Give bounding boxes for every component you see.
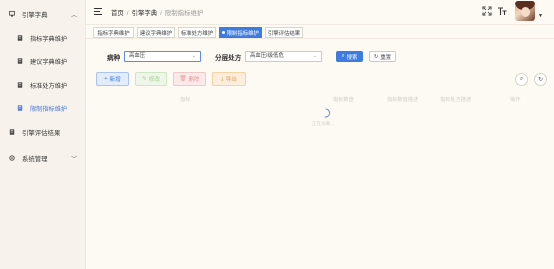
monitor-icon [9, 11, 15, 17]
table-header: 指标 指标数值 指标数值描述 指标处方描述 操作 [96, 94, 548, 106]
tab-indicator-dict[interactable]: 指标字典维护 [93, 27, 134, 38]
document-icon [17, 82, 23, 88]
loading-text: 正在加载... [312, 121, 335, 126]
plus-icon: + [104, 76, 108, 82]
chevron-down-icon: ⌄ [191, 53, 196, 59]
edit-button[interactable]: ✎ 修改 [135, 72, 167, 86]
tab-bar: 指标字典维护 建议字典维护 标准处方维护 限制指标维护 引擎评估结果 [86, 24, 554, 39]
delete-button[interactable]: 🗑 删除 [173, 72, 206, 86]
hamburger-icon[interactable] [94, 8, 102, 15]
trash-icon: 🗑 [179, 76, 187, 82]
add-button[interactable]: + 新增 [96, 72, 129, 86]
document-icon [17, 58, 23, 64]
menu-group-label: 引擎评估结果 [22, 129, 61, 137]
document-icon [17, 105, 23, 111]
menu-group-label: 系统管理 [22, 155, 48, 163]
top-header: 首页 / 引擎字典 / 限制指标维护 ▼ [86, 0, 554, 24]
edit-icon: ✎ [142, 76, 147, 82]
breadcrumb-current: 限制指标维护 [164, 10, 204, 17]
tier-select[interactable]: 高血压I级低危 ⌄ [245, 51, 322, 62]
sidebar-item-label: 建议字典维护 [30, 58, 68, 66]
disease-select[interactable]: 高血压 ⌄ [124, 51, 201, 62]
column-header: 指标数值 [333, 97, 354, 103]
tab-engine-results[interactable]: 引擎评估结果 [265, 27, 303, 38]
disease-label: 病种 [107, 55, 121, 62]
document-icon [17, 35, 23, 41]
reset-button[interactable]: ↻ 重置 [369, 51, 396, 62]
tab-limit-indicator[interactable]: 限制指标维护 [219, 27, 262, 38]
sidebar-item-label: 限制指标维护 [30, 105, 68, 113]
search-button[interactable]: ⌕ 搜索 [336, 51, 363, 62]
tab-standard-prescription[interactable]: 标准处方维护 [178, 27, 216, 38]
breadcrumb-home[interactable]: 首页 [111, 10, 124, 17]
sidebar: 引擎字典 ︿ 指标字典维护 建议字典维护 标准处方维护 限制指标维护 引擎评估结… [0, 0, 86, 269]
caret-down-icon[interactable]: ▼ [538, 13, 543, 19]
search-icon: ⌕ [519, 76, 524, 82]
breadcrumb-separator: / [160, 10, 162, 17]
fullscreen-icon[interactable] [482, 6, 492, 16]
font-size-icon[interactable] [497, 6, 507, 16]
sidebar-item-limit-indicator[interactable]: 限制指标维护 [0, 97, 86, 119]
refresh-button[interactable]: ↻ [534, 73, 547, 86]
tab-advice-dict[interactable]: 建议字典维护 [137, 27, 175, 38]
download-icon: ⤓ [221, 75, 224, 82]
column-header: 指标处方描述 [440, 97, 472, 103]
sidebar-item-advice-dict[interactable]: 建议字典维护 [0, 50, 86, 72]
refresh-icon: ↻ [373, 53, 379, 60]
refresh-icon: ↻ [537, 77, 544, 83]
menu-group-label: 引擎字典 [22, 11, 48, 19]
menu-group-engine-dictionary[interactable]: 引擎字典 ︿ [0, 3, 86, 25]
sidebar-item-indicator-dict[interactable]: 指标字典维护 [0, 27, 86, 49]
chevron-down-icon: ⌄ [312, 53, 317, 59]
sidebar-item-standard-prescription[interactable]: 标准处方维护 [0, 74, 86, 96]
column-header: 指标数值描述 [387, 97, 419, 103]
breadcrumb-section[interactable]: 引擎字典 [132, 10, 158, 17]
tier-label: 分层处方 [215, 55, 242, 62]
breadcrumb: 首页 / 引擎字典 / 限制指标维护 [111, 8, 203, 17]
active-dot-icon [222, 31, 226, 34]
document-icon [9, 129, 15, 135]
chevron-down-icon: ﹀ [70, 156, 77, 163]
chevron-up-icon: ︿ [70, 12, 77, 19]
sidebar-item-label: 标准处方维护 [30, 82, 68, 90]
avatar[interactable] [515, 1, 535, 21]
column-header: 操作 [510, 97, 521, 103]
search-toggle-button[interactable]: ⌕ [515, 73, 528, 86]
export-button[interactable]: ⤓ 导出 [212, 72, 246, 86]
loading-spinner-icon [324, 108, 330, 118]
breadcrumb-separator: / [126, 10, 129, 17]
sidebar-item-label: 指标字典维护 [30, 35, 68, 43]
menu-group-system[interactable]: 系统管理 ﹀ [0, 147, 86, 169]
gear-icon [9, 155, 15, 161]
menu-group-engine-results[interactable]: 引擎评估结果 [0, 121, 86, 143]
search-icon: ⌕ [341, 53, 345, 59]
column-header: 指标 [180, 97, 191, 103]
